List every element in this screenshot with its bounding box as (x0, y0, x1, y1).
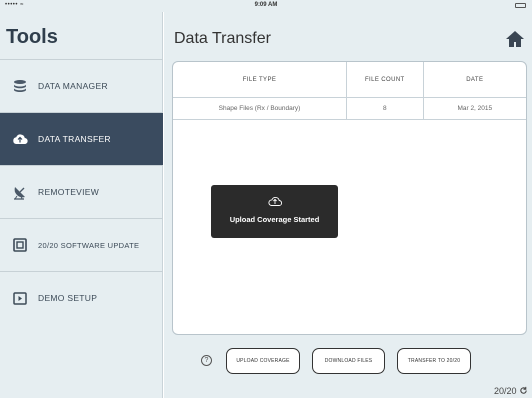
refresh-icon[interactable] (519, 386, 528, 395)
page-title: Data Transfer (174, 30, 271, 47)
sidebar-item-demo-setup[interactable]: DEMO SETUP (0, 271, 163, 324)
column-header-date[interactable]: DATE (424, 62, 526, 97)
cell-date: Mar 2, 2015 (457, 105, 493, 112)
sidebar-item-label: REMOTEVIEW (38, 187, 100, 197)
carrier-signal: ••••• ≈ (5, 2, 24, 8)
sidebar-title: Tools (6, 26, 58, 48)
column-header-file-type[interactable]: FILE TYPE (173, 62, 348, 97)
sidebar-item-label: DATA MANAGER (38, 81, 108, 91)
cell-file-type: Shape Files (Rx / Boundary) (173, 98, 348, 119)
toast-message: Upload Coverage Started (229, 215, 320, 224)
sidebar-item-label: 20/20 SOFTWARE UPDATE (38, 240, 140, 250)
version-label: 20/20 (494, 386, 528, 396)
database-icon (10, 76, 30, 96)
table-header: FILE TYPE FILE COUNT DATE (173, 62, 526, 98)
sidebar-item-label: DATA TRANSFER (38, 134, 111, 144)
action-bar: ? UPLOAD COVERAGE DOWNLOAD FILES TRANSFE… (164, 346, 532, 376)
main-content: Data Transfer FILE TYPE FILE COUNT DATE … (164, 12, 532, 398)
satellite-dish-icon (10, 182, 30, 202)
sidebar-item-data-manager[interactable]: DATA MANAGER (0, 59, 163, 112)
status-bar: ••••• ≈ 9:09 AM (0, 0, 532, 12)
transfer-to-2020-button[interactable]: TRANSFER TO 20/20 (397, 348, 471, 374)
monitor-icon (10, 235, 30, 255)
play-screen-icon (10, 288, 30, 308)
version-text: 20/20 (493, 386, 517, 396)
sidebar-item-label: DEMO SETUP (38, 293, 98, 303)
cloud-upload-icon (267, 196, 282, 206)
sidebar-nav: DATA MANAGER DATA TRANSFER REMOTEVIEW 20… (0, 59, 163, 324)
upload-toast: Upload Coverage Started (211, 185, 338, 238)
sidebar-item-remoteview[interactable]: REMOTEVIEW (0, 165, 163, 218)
table-row[interactable]: Shape Files (Rx / Boundary) 8 Mar 2, 201… (173, 98, 526, 120)
column-header-file-count[interactable]: FILE COUNT (347, 62, 424, 97)
download-files-button[interactable]: DOWNLOAD FILES (312, 348, 385, 374)
help-icon[interactable]: ? (201, 355, 212, 366)
cell-file-count: 8 (347, 98, 424, 119)
home-icon[interactable] (504, 28, 526, 50)
sidebar: Tools DATA MANAGER DATA TRANSFER REMOTEV… (0, 12, 163, 398)
sidebar-item-data-transfer[interactable]: DATA TRANSFER (0, 112, 163, 165)
status-time: 9:09 AM (254, 2, 278, 8)
upload-coverage-button[interactable]: UPLOAD COVERAGE (226, 348, 300, 374)
sidebar-item-software-update[interactable]: 20/20 SOFTWARE UPDATE (0, 218, 163, 271)
battery-icon (515, 3, 526, 8)
cloud-icon (10, 129, 30, 149)
